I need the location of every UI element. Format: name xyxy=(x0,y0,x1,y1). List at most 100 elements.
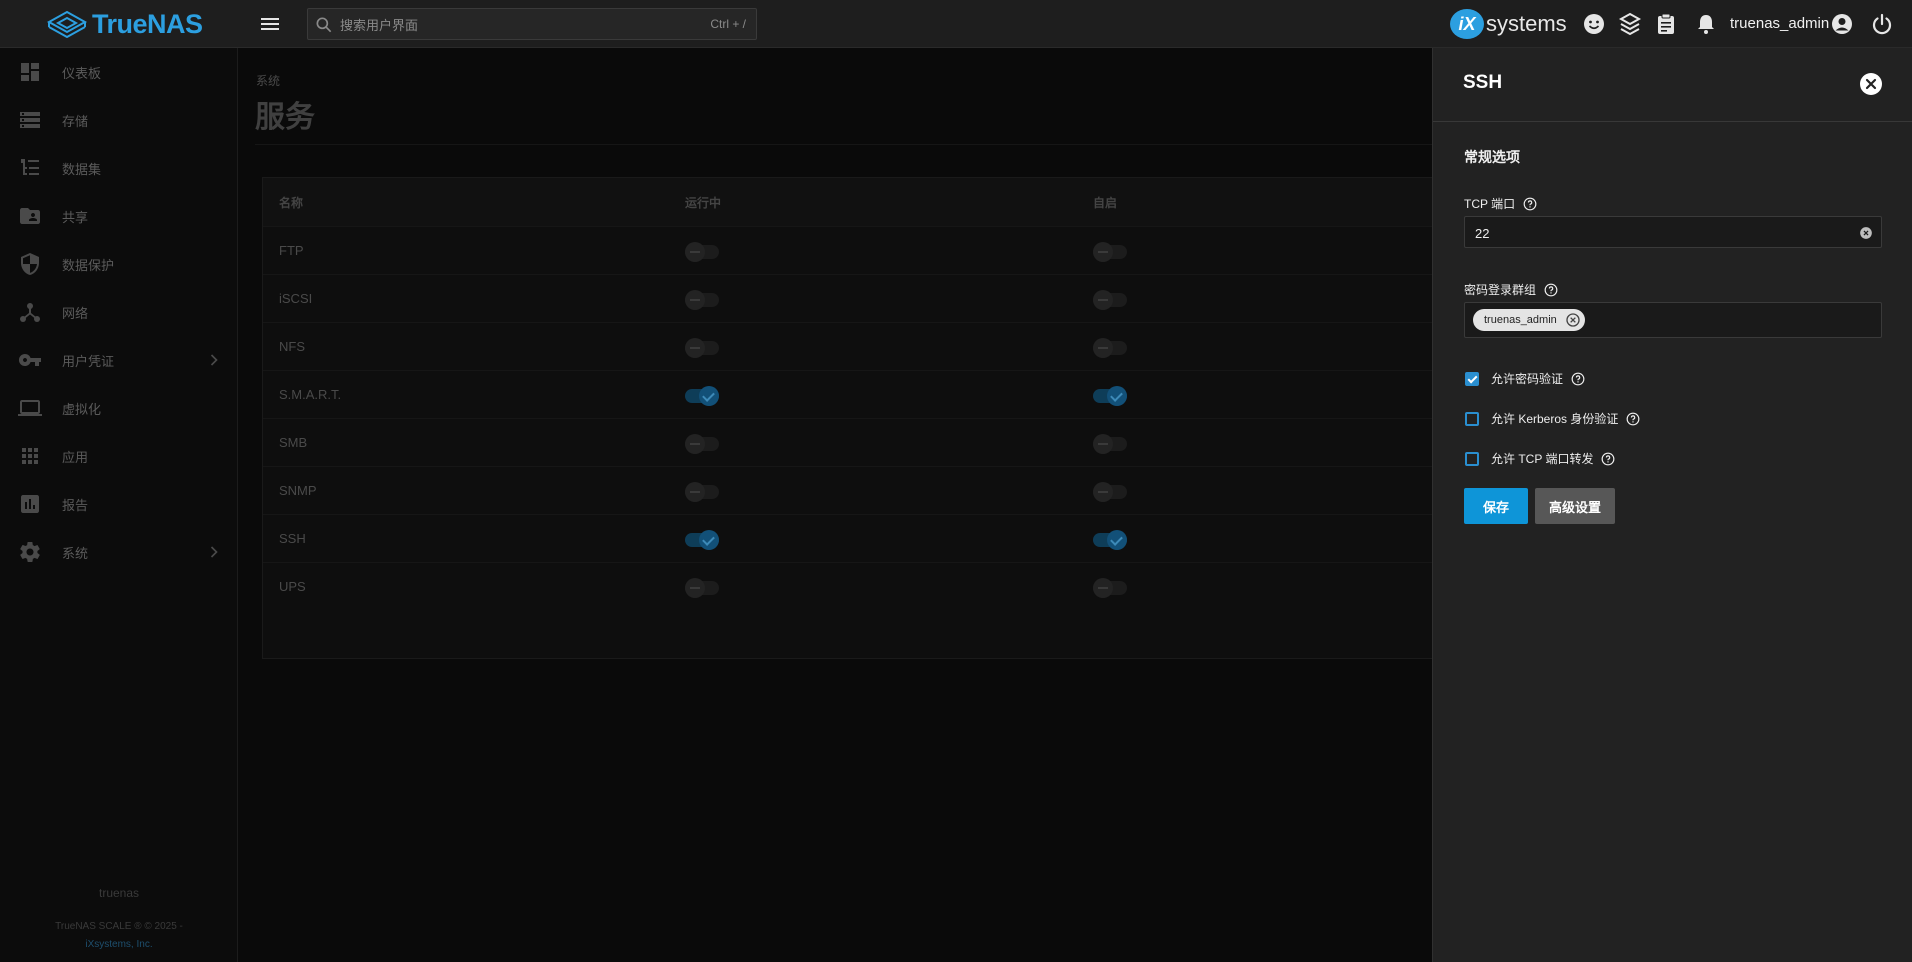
save-button[interactable]: 保存 xyxy=(1464,488,1528,524)
hamburger-icon xyxy=(261,18,279,30)
sidebar-item-label: 虚拟化 xyxy=(62,402,102,417)
username-label[interactable]: truenas_admin xyxy=(1730,15,1829,32)
feedback-icon[interactable] xyxy=(1582,12,1606,36)
autostart-toggle[interactable] xyxy=(1093,434,1127,454)
running-toggle[interactable] xyxy=(685,578,719,598)
sidebar-item-datasets[interactable]: 数据集 xyxy=(0,144,238,192)
autostart-toggle[interactable] xyxy=(1093,578,1127,598)
sidebar-item-reports[interactable]: 报告 xyxy=(0,480,238,528)
sidebar-item-dashboard[interactable]: 仪表板 xyxy=(0,48,238,96)
truenas-logo[interactable]: TrueNAS SCALE xyxy=(46,8,203,56)
running-toggle[interactable] xyxy=(685,290,719,310)
sidebar-item-label: 报告 xyxy=(62,498,89,513)
running-toggle[interactable] xyxy=(685,530,719,550)
table-row: SNMP xyxy=(263,466,1511,514)
allow-kerberos-auth-checkbox[interactable] xyxy=(1465,411,1479,426)
table-row: FTP xyxy=(263,226,1511,274)
close-icon xyxy=(1860,73,1882,95)
chip-label: truenas_admin xyxy=(1484,314,1557,326)
sidebar-item-system[interactable]: 系统 xyxy=(0,528,238,576)
shares-icon xyxy=(20,208,40,224)
allow-kerberos-auth-row[interactable]: 允许 Kerberos 身份验证 xyxy=(1465,410,1640,427)
sidebar-item-label: 存储 xyxy=(62,114,89,129)
password-groups-field[interactable]: truenas_admin xyxy=(1464,302,1882,338)
tcp-port-field[interactable] xyxy=(1464,216,1882,248)
panel-title: SSH xyxy=(1463,72,1503,93)
column-header-running[interactable]: 运行中 xyxy=(685,194,721,211)
group-chip[interactable]: truenas_admin xyxy=(1473,309,1585,331)
sidebar-item-storage[interactable]: 存储 xyxy=(0,96,238,144)
service-name: NFS xyxy=(279,339,305,354)
column-header-autostart[interactable]: 自启 xyxy=(1093,194,1117,211)
advanced-settings-button[interactable]: 高级设置 xyxy=(1535,488,1615,524)
credentials-icon xyxy=(18,354,41,366)
menu-toggle-button[interactable] xyxy=(258,12,282,36)
global-search[interactable]: Ctrl + / xyxy=(307,8,757,40)
sidebar-item-virtualization[interactable]: 虚拟化 xyxy=(0,384,238,432)
clear-icon[interactable] xyxy=(1859,226,1873,240)
company-link[interactable]: iXsystems, Inc. xyxy=(0,936,238,954)
sidebar-item-label: 数据集 xyxy=(62,162,102,177)
running-toggle[interactable] xyxy=(685,482,719,502)
autostart-toggle[interactable] xyxy=(1093,482,1127,502)
breadcrumb[interactable]: 系统 xyxy=(256,72,280,89)
autostart-toggle[interactable] xyxy=(1093,290,1127,310)
column-header-name[interactable]: 名称 xyxy=(279,194,303,211)
autostart-toggle[interactable] xyxy=(1093,242,1127,262)
remove-chip-icon[interactable] xyxy=(1565,312,1581,328)
service-name: FTP xyxy=(279,243,304,258)
storage-icon xyxy=(20,112,40,128)
sidebar-item-data-protection[interactable]: 数据保护 xyxy=(0,240,238,288)
sidebar-item-network[interactable]: 网络 xyxy=(0,288,238,336)
power-icon[interactable] xyxy=(1870,12,1894,36)
service-name: SMB xyxy=(279,435,308,450)
sidebar-item-shares[interactable]: 共享 xyxy=(0,192,238,240)
help-icon[interactable] xyxy=(1544,283,1558,297)
sidebar-item-label: 应用 xyxy=(62,450,89,465)
help-icon[interactable] xyxy=(1601,452,1615,466)
sidebar-item-label: 用户凭证 xyxy=(62,354,115,369)
hostname-label: truenas xyxy=(98,886,140,900)
jobs-icon[interactable] xyxy=(1654,12,1678,36)
ssh-settings-panel: SSH 常规选项 TCP 端口 密码登录群组 truenas_ xyxy=(1432,48,1912,962)
running-toggle[interactable] xyxy=(685,338,719,358)
running-toggle[interactable] xyxy=(685,386,719,406)
allow-password-auth-checkbox[interactable] xyxy=(1465,371,1479,386)
service-name: iSCSI xyxy=(279,291,313,306)
tcp-port-input[interactable] xyxy=(1473,223,1847,243)
allow-tcp-forwarding-checkbox[interactable] xyxy=(1465,451,1479,466)
sidebar-item-label: 数据保护 xyxy=(62,258,115,273)
autostart-toggle[interactable] xyxy=(1093,386,1127,406)
truecommand-icon[interactable] xyxy=(1618,12,1642,36)
allow-password-auth-row[interactable]: 允许密码验证 xyxy=(1465,370,1585,387)
search-icon xyxy=(316,17,332,33)
allow-tcp-forwarding-row[interactable]: 允许 TCP 端口转发 xyxy=(1465,450,1615,467)
sidebar-item-credentials[interactable]: 用户凭证 xyxy=(0,336,238,384)
table-row: UPS xyxy=(263,562,1511,610)
table-row: S.M.A.R.T. xyxy=(263,370,1511,418)
logo-text: TrueNAS SCALE xyxy=(92,10,203,56)
sidebar-item-label: 共享 xyxy=(62,210,89,225)
ixsystems-logo[interactable]: iX systems xyxy=(1450,9,1567,39)
help-icon[interactable] xyxy=(1523,197,1537,211)
running-toggle[interactable] xyxy=(685,434,719,454)
panel-divider xyxy=(1433,121,1912,122)
help-icon[interactable] xyxy=(1571,372,1585,386)
search-input[interactable] xyxy=(338,14,682,36)
sidebar-item-label: 系统 xyxy=(62,546,89,561)
close-button[interactable] xyxy=(1859,72,1883,96)
sidebar-item-apps[interactable]: 应用 xyxy=(0,432,238,480)
tcp-port-label-text: TCP 端口 xyxy=(1464,197,1516,211)
alerts-icon[interactable] xyxy=(1694,12,1718,36)
services-table: 名称 运行中 自启 FTP iSCSI NFS S.M.A.R.T. SMB S… xyxy=(262,177,1512,659)
autostart-toggle[interactable] xyxy=(1093,530,1127,550)
sidebar-item-label: 网络 xyxy=(62,306,89,321)
password-groups-label: 密码登录群组 xyxy=(1464,281,1558,298)
reports-icon xyxy=(21,495,39,513)
table-row: SMB xyxy=(263,418,1511,466)
help-icon[interactable] xyxy=(1626,412,1640,426)
autostart-toggle[interactable] xyxy=(1093,338,1127,358)
account-icon[interactable] xyxy=(1830,12,1854,36)
running-toggle[interactable] xyxy=(685,242,719,262)
table-row: iSCSI xyxy=(263,274,1511,322)
